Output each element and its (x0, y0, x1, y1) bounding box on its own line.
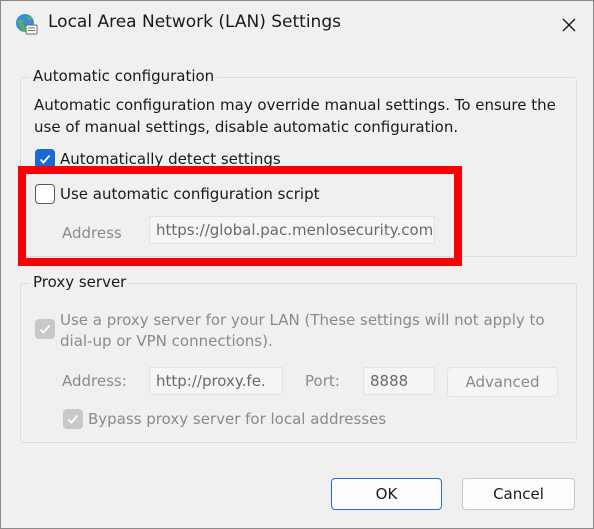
bypass-local-addresses-checkbox[interactable] (63, 409, 83, 429)
script-address-label: Address (62, 224, 122, 242)
automatic-configuration-legend: Automatic configuration (30, 67, 218, 85)
cancel-button[interactable]: Cancel (462, 478, 575, 510)
use-proxy-server-checkbox[interactable] (35, 319, 55, 339)
automatically-detect-settings-checkbox[interactable] (35, 149, 55, 169)
use-automatic-configuration-script-label[interactable]: Use automatic configuration script (60, 183, 319, 205)
close-icon (562, 18, 576, 32)
bypass-local-addresses-label[interactable]: Bypass proxy server for local addresses (88, 408, 386, 430)
proxy-server-legend: Proxy server (30, 273, 130, 291)
script-address-input[interactable]: https://global.pac.menlosecurity.com (149, 216, 435, 244)
title-bar: Local Area Network (LAN) Settings (1, 1, 593, 49)
lan-settings-dialog: Local Area Network (LAN) Settings Automa… (0, 0, 594, 529)
checkmark-icon (39, 324, 51, 334)
checkmark-icon (67, 414, 79, 424)
network-globe-icon (14, 12, 38, 36)
auto-config-description-line1: Automatic configuration may override man… (34, 96, 556, 114)
advanced-button[interactable]: Advanced (447, 367, 558, 397)
proxy-port-label: Port: (305, 372, 340, 390)
ok-button[interactable]: OK (331, 478, 442, 510)
use-proxy-server-label-line1[interactable]: Use a proxy server for your LAN (These s… (60, 309, 545, 331)
use-proxy-server-label-line2: dial-up or VPN connections). (60, 332, 273, 350)
window-title: Local Area Network (LAN) Settings (48, 12, 341, 32)
automatically-detect-settings-label[interactable]: Automatically detect settings (60, 148, 281, 170)
use-automatic-configuration-script-checkbox[interactable] (35, 184, 55, 204)
proxy-port-input[interactable]: 8888 (363, 367, 435, 395)
checkmark-icon (39, 154, 51, 164)
proxy-address-input[interactable]: http://proxy.fe. (149, 367, 283, 395)
auto-config-description-line2: use of manual settings, disable automati… (34, 118, 459, 136)
proxy-address-label: Address: (62, 372, 127, 390)
close-button[interactable] (549, 5, 589, 45)
